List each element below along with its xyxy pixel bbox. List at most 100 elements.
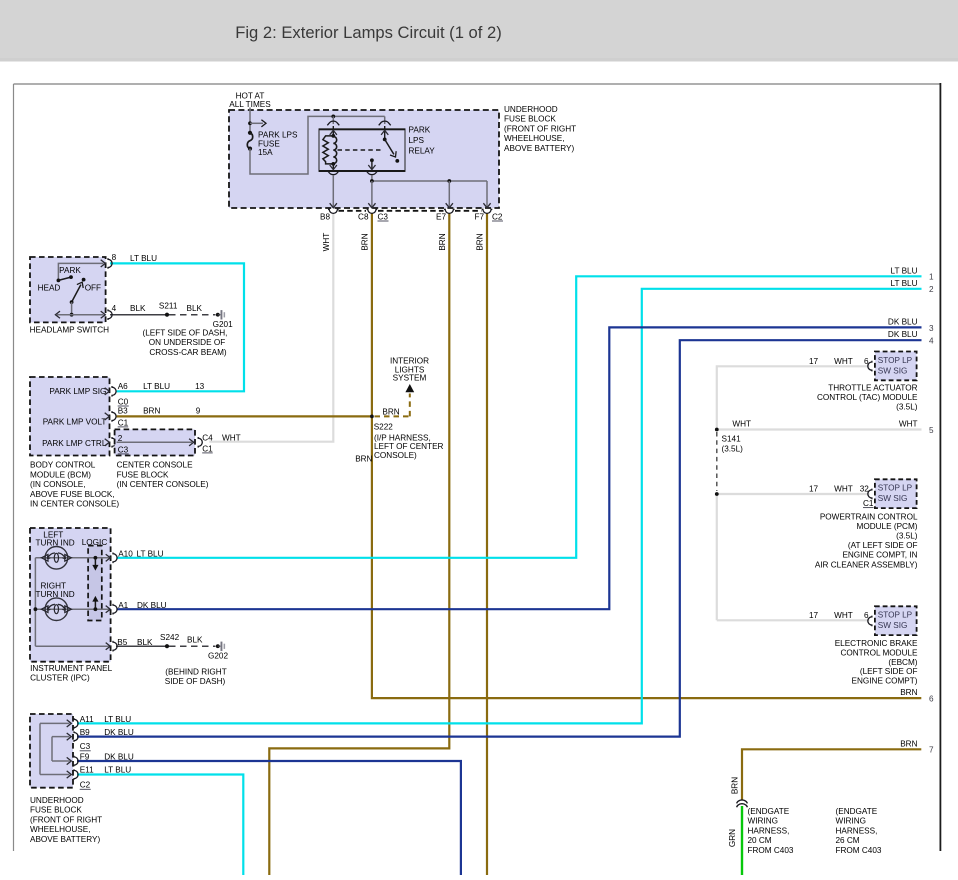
svg-text:(BEHIND RIGHT: (BEHIND RIGHT (165, 667, 226, 676)
svg-text:17: 17 (809, 611, 819, 620)
svg-text:STOP LP: STOP LP (878, 611, 913, 620)
svg-text:S242: S242 (160, 633, 180, 642)
svg-text:BLK: BLK (187, 304, 203, 313)
svg-text:C2: C2 (80, 781, 91, 790)
svg-text:(3.5L): (3.5L) (896, 403, 918, 412)
svg-text:WHT: WHT (732, 420, 751, 429)
svg-text:BRN: BRN (360, 233, 369, 250)
svg-text:DK BLU: DK BLU (888, 330, 918, 339)
svg-text:CLUSTER (IPC): CLUSTER (IPC) (30, 674, 90, 683)
svg-text:B5: B5 (117, 638, 127, 647)
svg-text:C2: C2 (492, 212, 503, 221)
svg-text:(3.5L): (3.5L) (896, 532, 918, 541)
svg-text:(FRONT OF RIGHT: (FRONT OF RIGHT (30, 815, 102, 824)
svg-text:15A: 15A (258, 148, 273, 157)
svg-text:C3: C3 (80, 742, 91, 751)
svg-text:WHT: WHT (834, 485, 853, 494)
svg-text:WIRING: WIRING (748, 817, 778, 826)
svg-text:B8: B8 (320, 212, 330, 221)
svg-text:GRN: GRN (728, 829, 737, 847)
svg-text:HEAD: HEAD (38, 283, 61, 292)
svg-text:13: 13 (195, 382, 205, 391)
svg-text:HARNESS,: HARNESS, (748, 826, 790, 835)
svg-text:PARK LMP VOLT: PARK LMP VOLT (43, 418, 107, 427)
svg-text:C1: C1 (118, 418, 129, 427)
svg-text:HEADLAMP SWITCH: HEADLAMP SWITCH (30, 325, 110, 334)
svg-text:FUSE BLOCK: FUSE BLOCK (117, 470, 169, 479)
svg-text:LT BLU: LT BLU (891, 266, 918, 275)
svg-text:F9: F9 (80, 753, 90, 762)
svg-text:C1: C1 (202, 444, 213, 453)
svg-text:CONSOLE): CONSOLE) (374, 451, 417, 460)
svg-text:FUSE BLOCK: FUSE BLOCK (504, 115, 556, 124)
svg-text:FUSE BLOCK: FUSE BLOCK (30, 806, 82, 815)
svg-text:WHEELHOUSE,: WHEELHOUSE, (504, 134, 565, 143)
svg-text:E11: E11 (80, 766, 94, 775)
svg-text:17: 17 (809, 357, 819, 366)
svg-text:OFF: OFF (85, 283, 101, 292)
svg-text:LT BLU: LT BLU (891, 279, 918, 288)
svg-text:C1: C1 (863, 499, 874, 508)
svg-text:4: 4 (112, 304, 117, 313)
svg-text:WIRING: WIRING (836, 817, 866, 826)
svg-text:SW SIG: SW SIG (878, 621, 908, 630)
svg-text:9: 9 (196, 407, 201, 416)
svg-text:MODULE (BCM): MODULE (BCM) (30, 470, 91, 479)
svg-text:UNDERHOOD: UNDERHOOD (504, 105, 558, 114)
svg-text:WHT: WHT (899, 420, 918, 429)
svg-text:2: 2 (118, 434, 123, 443)
svg-text:BRN: BRN (900, 688, 917, 697)
svg-text:C0: C0 (118, 397, 129, 406)
svg-text:(ENDGATE: (ENDGATE (748, 807, 790, 816)
svg-text:IN CENTER CONSOLE): IN CENTER CONSOLE) (30, 500, 119, 509)
svg-text:CONTROL (TAC) MODULE: CONTROL (TAC) MODULE (817, 393, 918, 402)
svg-text:20 CM: 20 CM (748, 836, 772, 845)
svg-text:LPS: LPS (409, 136, 425, 145)
svg-text:PARK LMP CTRL: PARK LMP CTRL (42, 439, 107, 448)
svg-text:SW SIG: SW SIG (878, 494, 908, 503)
svg-text:A10: A10 (118, 550, 133, 559)
svg-text:2: 2 (929, 285, 934, 294)
svg-text:HARNESS,: HARNESS, (836, 826, 878, 835)
svg-text:BRN: BRN (476, 233, 485, 250)
svg-text:S222: S222 (374, 423, 394, 432)
svg-text:PARK LPS: PARK LPS (258, 131, 298, 140)
svg-text:MODULE (PCM): MODULE (PCM) (857, 522, 918, 531)
svg-text:ON UNDERSIDE OF: ON UNDERSIDE OF (149, 338, 225, 347)
svg-text:(LEFT SIDE OF DASH,: (LEFT SIDE OF DASH, (143, 328, 228, 337)
svg-text:THROTTLE ACTUATOR: THROTTLE ACTUATOR (828, 384, 917, 393)
svg-text:BLK: BLK (187, 636, 203, 645)
svg-text:RELAY: RELAY (409, 146, 436, 155)
svg-text:SIDE OF DASH): SIDE OF DASH) (165, 677, 226, 686)
svg-text:INTERIOR: INTERIOR (390, 356, 429, 365)
svg-text:ELECTRONIC BRAKE: ELECTRONIC BRAKE (835, 639, 918, 648)
svg-text:WHT: WHT (322, 233, 331, 252)
svg-text:6: 6 (864, 611, 869, 620)
svg-text:FUSE: FUSE (258, 139, 280, 148)
svg-text:PARK LMP SIG: PARK LMP SIG (49, 387, 106, 396)
svg-text:ABOVE BATTERY): ABOVE BATTERY) (504, 144, 574, 153)
svg-text:C8: C8 (358, 212, 369, 221)
svg-text:STOP LP: STOP LP (878, 484, 913, 493)
svg-text:BRN: BRN (382, 408, 399, 417)
svg-text:(IN CENTER CONSOLE): (IN CENTER CONSOLE) (117, 480, 209, 489)
svg-text:WHT: WHT (222, 434, 241, 443)
svg-text:A6: A6 (118, 382, 128, 391)
svg-text:CROSS-CAR BEAM): CROSS-CAR BEAM) (149, 348, 227, 357)
svg-text:INSTRUMENT PANEL: INSTRUMENT PANEL (30, 664, 112, 673)
svg-text:E7: E7 (436, 212, 446, 221)
svg-text:S211: S211 (159, 302, 178, 311)
svg-text:CONTROL MODULE: CONTROL MODULE (840, 649, 918, 658)
svg-text:32: 32 (860, 485, 870, 494)
svg-text:ENGINE COMPT, IN: ENGINE COMPT, IN (842, 551, 917, 560)
svg-text:C4: C4 (202, 434, 213, 443)
svg-text:BRN: BRN (900, 739, 917, 748)
svg-text:DK BLU: DK BLU (888, 317, 918, 326)
svg-text:7: 7 (929, 746, 934, 755)
svg-text:PARK: PARK (409, 126, 431, 135)
svg-text:B9: B9 (80, 728, 90, 737)
svg-text:DK BLU: DK BLU (137, 601, 167, 610)
svg-text:G202: G202 (208, 651, 228, 660)
svg-text:BRN: BRN (143, 407, 160, 416)
svg-text:BLK: BLK (130, 304, 146, 313)
